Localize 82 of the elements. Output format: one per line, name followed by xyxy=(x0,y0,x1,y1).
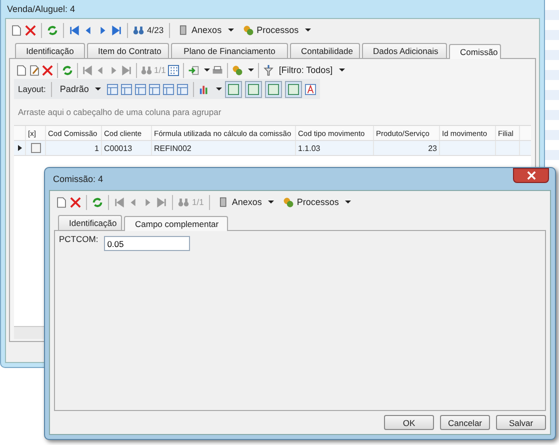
tab[interactable]: Campo complementar xyxy=(124,216,228,231)
tab[interactable]: Item do Contrato xyxy=(87,43,169,58)
view-toggle-icon[interactable] xyxy=(224,80,242,98)
processes-button[interactable]: Processos xyxy=(280,196,354,208)
table-cell: 1.1.03 xyxy=(298,144,320,152)
view-toggle-icon[interactable] xyxy=(284,80,302,98)
new-document-icon[interactable] xyxy=(11,24,22,36)
first-record-icon[interactable] xyxy=(82,64,93,76)
tab[interactable]: Plano de Financiamento xyxy=(171,43,288,58)
input-field[interactable]: 0.05 xyxy=(104,236,190,251)
caret-icon xyxy=(228,28,234,32)
first-record-icon[interactable] xyxy=(69,24,80,36)
dialog-button[interactable]: OK xyxy=(384,415,434,430)
close-icon xyxy=(526,171,536,180)
caret-icon xyxy=(94,87,101,91)
table-cell: C00013 xyxy=(104,144,132,152)
row-checkbox[interactable] xyxy=(30,143,40,153)
processes-button[interactable]: Processos xyxy=(240,24,314,36)
record-counter: 1/1 xyxy=(154,65,166,75)
import-arrow-icon[interactable] xyxy=(188,64,199,76)
field-label: PCTCOM: xyxy=(59,233,98,244)
last-record-icon[interactable] xyxy=(121,64,132,76)
table-cell: 1 xyxy=(94,144,99,152)
last-record-icon[interactable] xyxy=(111,24,122,36)
first-record-icon[interactable] xyxy=(114,196,125,208)
new-document-icon[interactable] xyxy=(56,196,67,208)
tab[interactable]: Identificação xyxy=(58,215,122,230)
caret-icon xyxy=(268,200,274,204)
table-cell: REFIN002 xyxy=(154,144,192,152)
caret-icon[interactable] xyxy=(216,87,222,91)
calendar-icon[interactable] xyxy=(168,64,179,76)
filter-icon[interactable] xyxy=(262,64,274,76)
view-toggle-icon[interactable] xyxy=(244,80,262,98)
tab[interactable]: Comissão xyxy=(449,44,501,59)
tab[interactable]: Identificação xyxy=(15,43,85,58)
grid-layout-icon[interactable] xyxy=(148,84,160,94)
dialog-title: Comissão: 4 xyxy=(53,174,104,184)
view-toggle-icon[interactable] xyxy=(264,80,282,98)
edit-icon[interactable] xyxy=(29,64,40,76)
layout-label: Layout: xyxy=(18,84,46,94)
refresh-icon[interactable] xyxy=(62,64,73,76)
caret-icon xyxy=(304,28,311,32)
table-cell: 23 xyxy=(428,144,437,152)
caret-icon xyxy=(344,200,351,204)
delete-icon[interactable] xyxy=(25,24,36,36)
bar-chart-icon[interactable] xyxy=(198,84,210,94)
delete-icon[interactable] xyxy=(42,64,53,76)
gears-icon xyxy=(282,196,294,208)
binoculars-icon[interactable] xyxy=(141,64,152,76)
caret-icon xyxy=(338,68,345,72)
grid-layout-icon[interactable] xyxy=(162,84,174,94)
refresh-icon[interactable] xyxy=(47,24,58,36)
last-record-icon[interactable] xyxy=(156,196,167,208)
record-counter: 4/23 xyxy=(147,25,164,35)
binoculars-icon[interactable] xyxy=(178,196,189,208)
grid-layout-icon[interactable] xyxy=(120,84,132,94)
font-icon[interactable] xyxy=(304,84,316,94)
filter-dropdown[interactable]: [Filtro: Todos] xyxy=(276,65,348,75)
attachments-button[interactable]: Anexos xyxy=(174,24,237,36)
close-button[interactable] xyxy=(513,168,549,183)
caret-icon[interactable] xyxy=(248,68,254,72)
attachments-button[interactable]: Anexos xyxy=(214,196,277,208)
clip-icon xyxy=(178,24,189,36)
window-title: Venda/Aluguel: 4 xyxy=(6,3,76,16)
tab[interactable]: Contabilidade xyxy=(290,43,360,58)
layout-dropdown[interactable]: Padrão xyxy=(56,84,104,94)
delete-icon[interactable] xyxy=(70,196,81,208)
gears-icon[interactable] xyxy=(232,64,243,76)
printer-icon[interactable] xyxy=(212,64,223,76)
grid-layout-icon[interactable] xyxy=(176,84,188,94)
clip-icon xyxy=(218,196,229,208)
refresh-icon[interactable] xyxy=(92,196,103,208)
caret-icon[interactable] xyxy=(204,68,210,72)
grid-layout-icon[interactable] xyxy=(106,84,118,94)
gears-icon xyxy=(242,24,254,36)
dialog-button[interactable]: Cancelar xyxy=(440,415,490,430)
grid-layout-icon[interactable] xyxy=(134,84,146,94)
binoculars-icon[interactable] xyxy=(133,24,144,36)
record-counter: 1/1 xyxy=(192,197,204,207)
dialog-button[interactable]: Salvar xyxy=(496,415,546,430)
tab[interactable]: Dados Adicionais xyxy=(362,43,447,58)
new-document-icon[interactable] xyxy=(16,64,27,76)
